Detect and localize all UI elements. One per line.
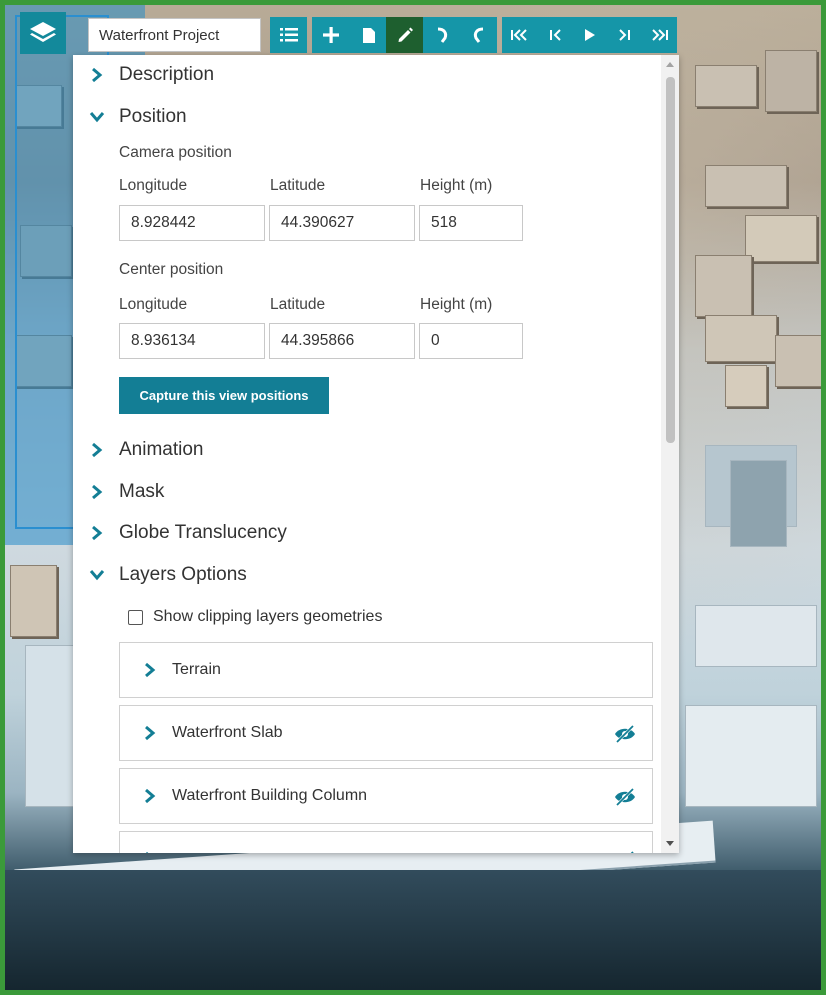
section-title: Mask: [119, 481, 165, 502]
undo-icon: [437, 27, 447, 43]
undo-button[interactable]: [423, 17, 460, 53]
copy-icon: [362, 28, 375, 43]
chevron-right-icon: [92, 525, 103, 541]
center-latitude-label: Latitude: [270, 296, 326, 313]
layers-button[interactable]: [20, 12, 66, 54]
section-title: Animation: [119, 439, 204, 460]
camera-latitude-label: Latitude: [270, 177, 326, 194]
section-globe-translucency[interactable]: Globe Translucency: [89, 522, 287, 544]
layer-card-partial[interactable]: [119, 831, 653, 853]
section-position[interactable]: Position: [89, 106, 187, 128]
play-icon: [584, 29, 595, 41]
chevron-down-icon: [89, 112, 105, 123]
camera-longitude-label: Longitude: [119, 177, 188, 194]
edit-icon: [398, 27, 413, 42]
section-layers-options[interactable]: Layers Options: [89, 564, 247, 586]
last-slide-button[interactable]: [642, 17, 677, 53]
section-title: Globe Translucency: [119, 522, 287, 543]
sea: [5, 870, 821, 990]
center-latitude-input[interactable]: 44.395866: [269, 323, 415, 359]
camera-height-input[interactable]: 518: [419, 205, 523, 241]
scroll-up-arrow[interactable]: [666, 62, 674, 67]
checkbox-label: Show clipping layers geometries: [153, 608, 383, 625]
copy-slide-button[interactable]: [349, 17, 386, 53]
scroll-thumb[interactable]: [666, 77, 675, 443]
add-icon: [322, 27, 339, 43]
eye-slash-icon[interactable]: [614, 724, 636, 744]
section-title: Layers Options: [119, 564, 247, 585]
section-mask[interactable]: Mask: [89, 481, 164, 503]
show-clipping-checkbox[interactable]: Show clipping layers geometries: [128, 608, 382, 626]
redo-button[interactable]: [460, 17, 497, 53]
center-longitude-input[interactable]: 8.936134: [119, 323, 265, 359]
section-title: Position: [119, 106, 187, 127]
previous-icon: [549, 29, 561, 41]
chevron-right-icon: [145, 788, 156, 804]
section-title: Description: [119, 64, 215, 85]
story-settings-panel: Description Position Camera position Lon…: [73, 55, 679, 853]
capture-view-button[interactable]: Capture this view positions: [119, 377, 329, 414]
center-height-label: Height (m): [420, 296, 493, 313]
camera-longitude-input[interactable]: 8.928442: [119, 205, 265, 241]
chevron-down-icon: [89, 570, 105, 581]
center-position-title: Center position: [119, 261, 224, 278]
next-icon: [618, 29, 630, 41]
first-slide-button[interactable]: [502, 17, 537, 53]
story-list-button[interactable]: [270, 17, 307, 53]
chevron-right-icon: [145, 662, 156, 678]
eye-slash-icon[interactable]: [614, 850, 636, 853]
center-longitude-label: Longitude: [119, 296, 188, 313]
redo-icon: [473, 27, 483, 43]
layer-name: Waterfront Building Column: [172, 787, 368, 804]
layers-icon: [30, 22, 56, 42]
layer-card-terrain[interactable]: Terrain: [119, 642, 653, 698]
next-slide-button[interactable]: [607, 17, 642, 53]
eye-slash-icon[interactable]: [614, 787, 636, 807]
camera-height-label: Height (m): [420, 177, 493, 194]
chevron-right-icon: [92, 67, 103, 83]
chevron-right-icon: [92, 442, 103, 458]
layer-card-waterfront-building-column[interactable]: Waterfront Building Column: [119, 768, 653, 824]
play-button[interactable]: [572, 17, 607, 53]
layer-card-waterfront-slab[interactable]: Waterfront Slab: [119, 705, 653, 761]
add-slide-button[interactable]: [312, 17, 349, 53]
chevron-right-icon: [92, 484, 103, 500]
panel-scrollbar[interactable]: [661, 55, 679, 853]
previous-slide-button[interactable]: [537, 17, 572, 53]
section-animation[interactable]: Animation: [89, 439, 204, 461]
layer-name: Waterfront Slab: [172, 724, 283, 741]
scroll-down-arrow[interactable]: [666, 841, 674, 846]
last-icon: [651, 29, 668, 41]
camera-position-title: Camera position: [119, 144, 232, 161]
chevron-right-icon: [146, 851, 149, 853]
first-icon: [510, 29, 527, 41]
chevron-right-icon: [145, 725, 156, 741]
center-height-input[interactable]: 0: [419, 323, 523, 359]
edit-slide-button[interactable]: [386, 17, 423, 53]
story-toolbar: Waterfront Project: [88, 17, 677, 53]
checkbox[interactable]: [128, 609, 143, 625]
project-name-field[interactable]: Waterfront Project: [88, 18, 261, 52]
list-icon: [279, 28, 298, 42]
section-description[interactable]: Description: [89, 64, 214, 86]
layer-name: Terrain: [172, 661, 221, 678]
camera-latitude-input[interactable]: 44.390627: [269, 205, 415, 241]
